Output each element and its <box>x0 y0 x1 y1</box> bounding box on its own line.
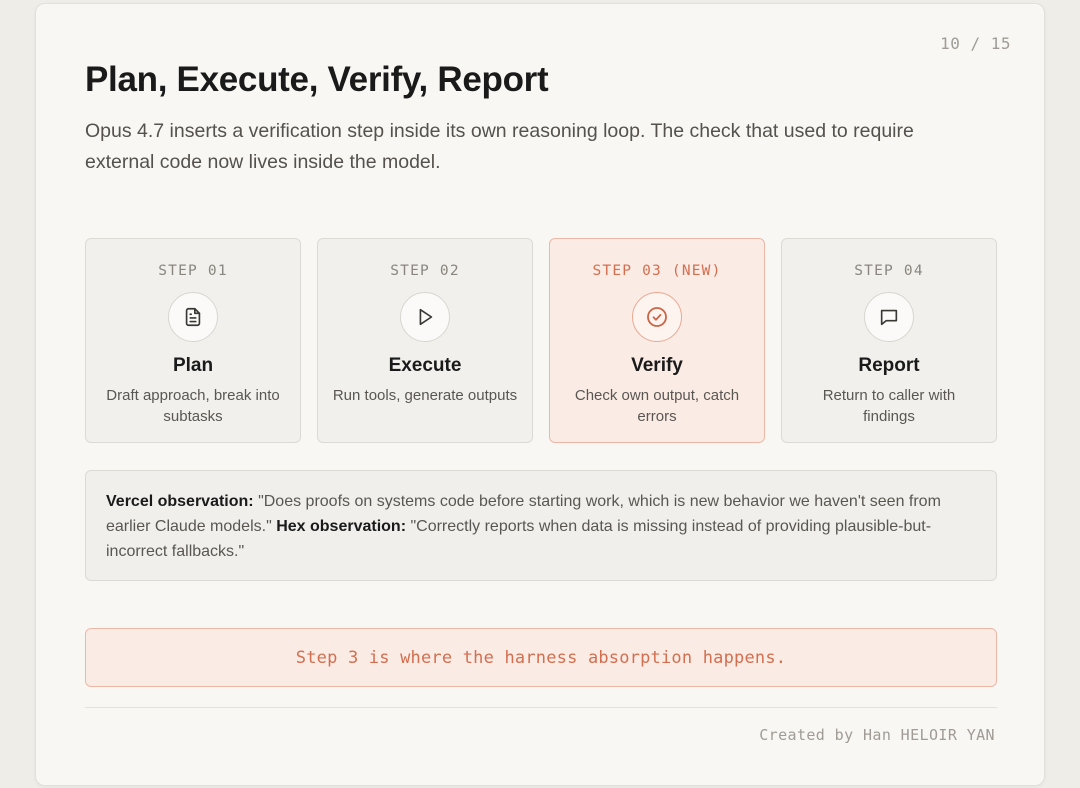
step-label: STEP 01 <box>158 263 228 279</box>
step-description: Run tools, generate outputs <box>332 387 518 404</box>
page-counter: 10 / 15 <box>940 34 1011 53</box>
callout-banner: Step 3 is where the harness absorption h… <box>85 628 997 687</box>
footer-divider <box>85 707 997 708</box>
page-title: Plan, Execute, Verify, Report <box>85 60 549 99</box>
step-card-plan: STEP 01 Plan Draft approach, break into … <box>85 238 301 443</box>
step-label: STEP 02 <box>390 263 460 279</box>
step-card-report: STEP 04 Report Return to caller with fin… <box>781 238 997 443</box>
step-description: Draft approach, break into subtasks <box>106 387 280 425</box>
step-name: Execute <box>388 355 462 376</box>
vercel-observation-label: Vercel observation: <box>106 493 254 510</box>
message-icon <box>864 292 914 342</box>
footer-credit: Created by Han HELOIR YAN <box>759 726 995 744</box>
page-subtitle: Opus 4.7 inserts a verification step ins… <box>85 120 914 173</box>
play-icon <box>400 292 450 342</box>
step-card-verify: STEP 03 (NEW) Verify Check own output, c… <box>549 238 765 443</box>
step-description: Return to caller with findings <box>822 387 956 425</box>
step-card-execute: STEP 02 Execute Run tools, generate outp… <box>317 238 533 443</box>
step-name: Verify <box>631 355 683 376</box>
document-icon <box>168 292 218 342</box>
step-description: Check own output, catch errors <box>574 387 740 425</box>
step-name: Report <box>858 355 920 376</box>
check-circle-icon <box>632 292 682 342</box>
step-label: STEP 04 <box>854 263 924 279</box>
slide: 10 / 15 Plan, Execute, Verify, Report Op… <box>35 3 1045 786</box>
hex-observation-label: Hex observation: <box>276 518 407 535</box>
observation-box: Vercel observation: "Does proofs on syst… <box>85 470 997 581</box>
steps-row: STEP 01 Plan Draft approach, break into … <box>85 238 997 445</box>
step-name: Plan <box>172 355 214 376</box>
step-label: STEP 03 (NEW) <box>592 263 722 279</box>
